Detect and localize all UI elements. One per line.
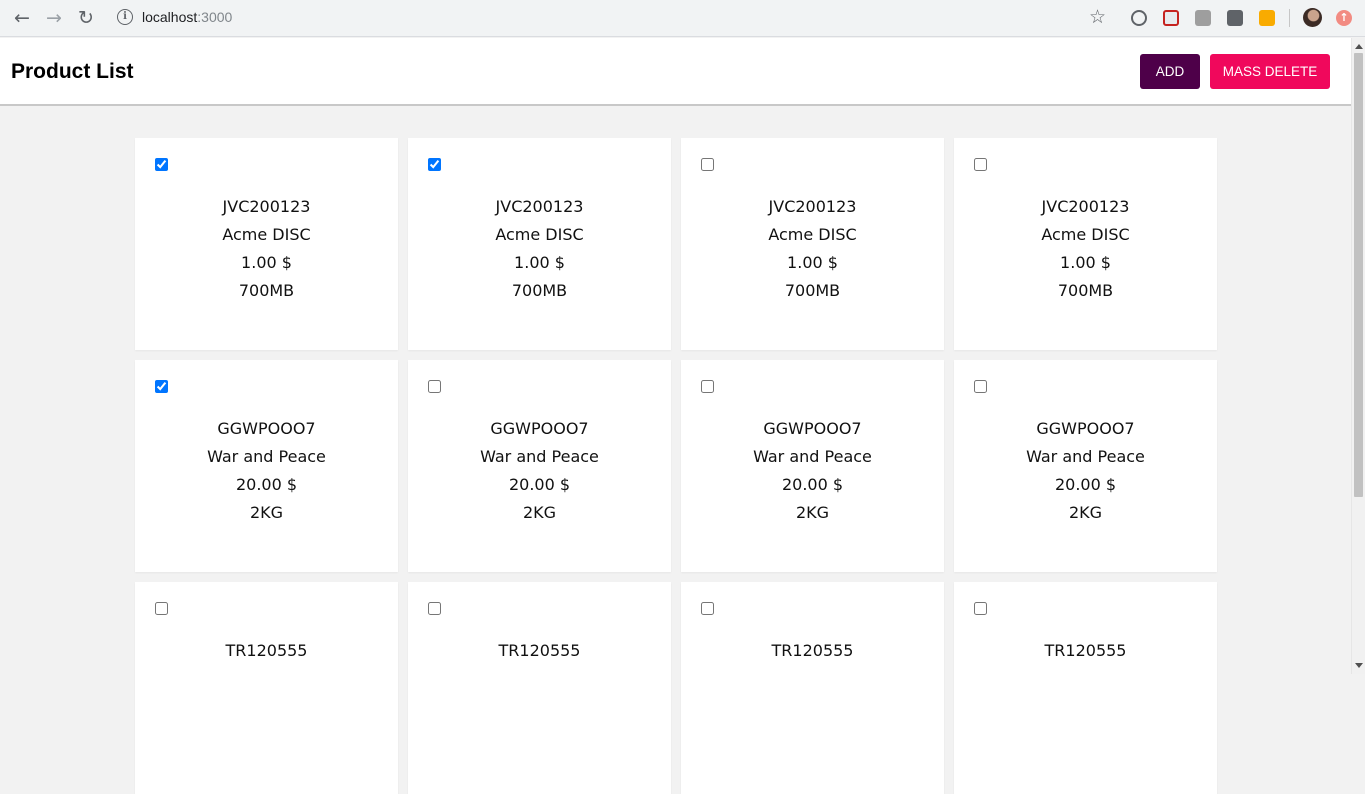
product-details: GGWPOOO7 War and Peace 20.00 $ 2KG bbox=[954, 418, 1217, 530]
profile-avatar[interactable] bbox=[1303, 8, 1322, 27]
product-price: 1.00 $ bbox=[787, 253, 838, 272]
product-price: 1.00 $ bbox=[1060, 253, 1111, 272]
product-name: War and Peace bbox=[480, 447, 599, 466]
product-card: GGWPOOO7 War and Peace 20.00 $ 2KG bbox=[135, 360, 398, 572]
product-card: GGWPOOO7 War and Peace 20.00 $ 2KG bbox=[681, 360, 944, 572]
product-attribute: 2KG bbox=[795, 503, 830, 522]
delete-checkbox[interactable] bbox=[155, 158, 168, 171]
product-card: GGWPOOO7 War and Peace 20.00 $ 2KG bbox=[954, 360, 1217, 572]
product-details: JVC200123 Acme DISC 1.00 $ 700MB bbox=[954, 196, 1217, 308]
browser-toolbar: ← → ↻ i localhost:3000 ☆ ↑ bbox=[0, 0, 1365, 37]
product-price: 1.00 $ bbox=[241, 253, 292, 272]
product-sku: JVC200123 bbox=[1041, 197, 1130, 216]
delete-checkbox[interactable] bbox=[974, 602, 987, 615]
product-sku: GGWPOOO7 bbox=[490, 419, 589, 438]
product-name: War and Peace bbox=[207, 447, 326, 466]
delete-checkbox[interactable] bbox=[701, 380, 714, 393]
product-sku: TR120555 bbox=[498, 641, 581, 660]
product-card: GGWPOOO7 War and Peace 20.00 $ 2KG bbox=[408, 360, 671, 572]
product-attribute: 2KG bbox=[522, 503, 557, 522]
product-attribute: 2KG bbox=[249, 503, 284, 522]
product-details: GGWPOOO7 War and Peace 20.00 $ 2KG bbox=[135, 418, 398, 530]
extension-mountain-icon[interactable] bbox=[1227, 10, 1243, 26]
product-details: TR120555 bbox=[681, 640, 944, 668]
product-name: Acme DISC bbox=[768, 225, 857, 244]
product-details: GGWPOOO7 War and Peace 20.00 $ 2KG bbox=[408, 418, 671, 530]
product-details: JVC200123 Acme DISC 1.00 $ 700MB bbox=[681, 196, 944, 308]
page-title: Product List bbox=[11, 60, 134, 83]
product-sku: GGWPOOO7 bbox=[217, 419, 316, 438]
product-price: 20.00 $ bbox=[1054, 475, 1117, 494]
delete-checkbox[interactable] bbox=[428, 380, 441, 393]
product-details: TR120555 bbox=[408, 640, 671, 668]
url-port: :3000 bbox=[197, 9, 233, 25]
product-sku: TR120555 bbox=[225, 641, 308, 660]
product-card: TR120555 bbox=[135, 582, 398, 794]
delete-checkbox[interactable] bbox=[155, 602, 168, 615]
product-attribute: 700MB bbox=[784, 281, 841, 300]
bookmark-star-icon[interactable]: ☆ bbox=[1089, 6, 1106, 28]
product-name: Acme DISC bbox=[495, 225, 584, 244]
delete-checkbox[interactable] bbox=[974, 380, 987, 393]
page-scrollbar[interactable] bbox=[1351, 38, 1365, 674]
product-details: TR120555 bbox=[954, 640, 1217, 668]
extension-globe-icon[interactable] bbox=[1131, 10, 1147, 26]
product-name: Acme DISC bbox=[1041, 225, 1130, 244]
product-sku: TR120555 bbox=[771, 641, 854, 660]
scroll-down-arrow-icon[interactable] bbox=[1355, 663, 1363, 668]
delete-checkbox[interactable] bbox=[701, 602, 714, 615]
url-host: localhost bbox=[142, 9, 198, 25]
product-card: JVC200123 Acme DISC 1.00 $ 700MB bbox=[954, 138, 1217, 350]
product-card: JVC200123 Acme DISC 1.00 $ 700MB bbox=[408, 138, 671, 350]
product-attribute: 700MB bbox=[238, 281, 295, 300]
product-card: TR120555 bbox=[408, 582, 671, 794]
address-bar[interactable]: localhost:3000 bbox=[142, 9, 232, 25]
extension-puzzle-icon[interactable] bbox=[1195, 10, 1211, 26]
product-details: JVC200123 Acme DISC 1.00 $ 700MB bbox=[408, 196, 671, 308]
product-sku: TR120555 bbox=[1044, 641, 1127, 660]
product-name: Acme DISC bbox=[222, 225, 311, 244]
product-card: TR120555 bbox=[954, 582, 1217, 794]
scrollbar-thumb[interactable] bbox=[1354, 53, 1363, 497]
product-sku: JVC200123 bbox=[222, 197, 311, 216]
product-card: JVC200123 Acme DISC 1.00 $ 700MB bbox=[135, 138, 398, 350]
product-attribute: 2KG bbox=[1068, 503, 1103, 522]
reload-icon[interactable]: ↻ bbox=[74, 6, 98, 30]
product-card: JVC200123 Acme DISC 1.00 $ 700MB bbox=[681, 138, 944, 350]
product-details: GGWPOOO7 War and Peace 20.00 $ 2KG bbox=[681, 418, 944, 530]
product-price: 20.00 $ bbox=[508, 475, 571, 494]
delete-checkbox[interactable] bbox=[701, 158, 714, 171]
info-icon[interactable]: i bbox=[117, 9, 133, 25]
product-sku: JVC200123 bbox=[768, 197, 857, 216]
product-sku: JVC200123 bbox=[495, 197, 584, 216]
product-price: 1.00 $ bbox=[514, 253, 565, 272]
product-price: 20.00 $ bbox=[781, 475, 844, 494]
delete-checkbox[interactable] bbox=[428, 158, 441, 171]
update-icon[interactable]: ↑ bbox=[1336, 10, 1352, 26]
delete-checkbox[interactable] bbox=[428, 602, 441, 615]
product-attribute: 700MB bbox=[511, 281, 568, 300]
extension-shield-icon[interactable] bbox=[1163, 10, 1179, 26]
mass-delete-button[interactable]: MASS DELETE bbox=[1210, 54, 1330, 89]
forward-arrow-icon[interactable]: → bbox=[42, 6, 66, 30]
product-card: TR120555 bbox=[681, 582, 944, 794]
product-details: JVC200123 Acme DISC 1.00 $ 700MB bbox=[135, 196, 398, 308]
extension-bolt-icon[interactable] bbox=[1259, 10, 1275, 26]
product-name: War and Peace bbox=[1026, 447, 1145, 466]
add-button[interactable]: ADD bbox=[1140, 54, 1200, 89]
product-grid: JVC200123 Acme DISC 1.00 $ 700MB JVC200123 Ac… bbox=[135, 138, 1217, 794]
product-price: 20.00 $ bbox=[235, 475, 298, 494]
scroll-up-arrow-icon[interactable] bbox=[1355, 44, 1363, 49]
delete-checkbox[interactable] bbox=[155, 380, 168, 393]
delete-checkbox[interactable] bbox=[974, 158, 987, 171]
product-details: TR120555 bbox=[135, 640, 398, 668]
product-sku: GGWPOOO7 bbox=[1036, 419, 1135, 438]
page-header: Product List ADD MASS DELETE bbox=[0, 38, 1351, 106]
back-arrow-icon[interactable]: ← bbox=[10, 6, 34, 30]
product-name: War and Peace bbox=[753, 447, 872, 466]
product-sku: GGWPOOO7 bbox=[763, 419, 862, 438]
toolbar-divider bbox=[1289, 9, 1290, 27]
product-attribute: 700MB bbox=[1057, 281, 1114, 300]
